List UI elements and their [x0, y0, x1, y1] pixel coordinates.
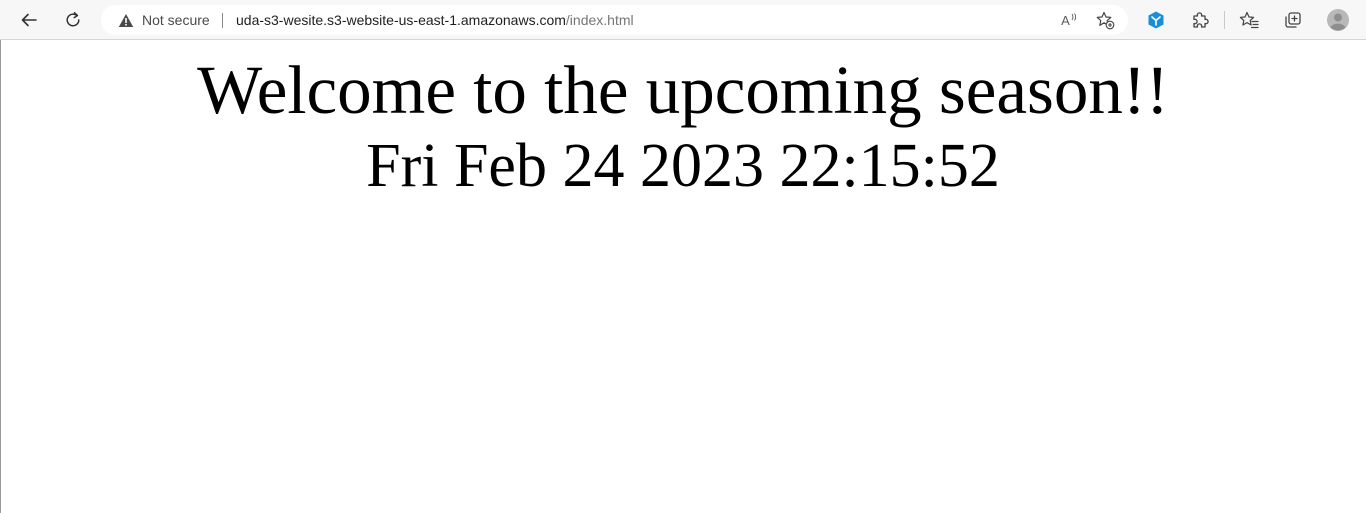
site-info-button[interactable]: Not secure — [118, 5, 210, 35]
page-heading: Welcome to the upcoming season!! — [197, 52, 1169, 128]
extension-button[interactable] — [1141, 5, 1171, 35]
sound-waves-icon — [1071, 13, 1077, 21]
favorites-icon — [1239, 11, 1259, 29]
favorites-button[interactable] — [1234, 5, 1264, 35]
back-arrow-icon — [21, 13, 37, 27]
current-datetime: Fri Feb 24 2023 22:15:52 — [366, 132, 1000, 200]
profile-icon — [1327, 9, 1349, 31]
browser-toolbar: Not secure uda-s3-wesite.s3-website-us-e… — [0, 0, 1366, 40]
toolbar-divider — [1224, 11, 1225, 29]
favorite-add-icon — [1096, 11, 1115, 30]
refresh-icon — [66, 12, 80, 27]
collections-button[interactable] — [1278, 5, 1308, 35]
url-text[interactable]: uda-s3-wesite.s3-website-us-east-1.amazo… — [236, 5, 634, 35]
address-divider — [222, 13, 223, 28]
page-content: Welcome to the upcoming season!! Fri Feb… — [0, 40, 1366, 513]
address-bar[interactable]: Not secure uda-s3-wesite.s3-website-us-e… — [101, 5, 1128, 35]
url-path: /index.html — [565, 12, 634, 28]
extension-blue-icon — [1148, 11, 1164, 29]
read-aloud-icon: A — [1061, 12, 1070, 28]
back-button[interactable] — [14, 5, 44, 35]
refresh-button[interactable] — [58, 5, 88, 35]
security-status-text: Not secure — [142, 12, 210, 28]
url-host: uda-s3-wesite.s3-website-us-east-1.amazo… — [236, 12, 566, 28]
browser-window: Not secure uda-s3-wesite.s3-website-us-e… — [0, 0, 1366, 513]
read-aloud-button[interactable]: A — [1059, 10, 1079, 30]
extensions-button[interactable] — [1185, 5, 1215, 35]
profile-button[interactable] — [1323, 5, 1353, 35]
collections-icon — [1285, 12, 1301, 28]
warning-icon — [118, 13, 134, 27]
add-favorite-button[interactable] — [1095, 10, 1115, 30]
extensions-puzzle-icon — [1193, 12, 1209, 28]
